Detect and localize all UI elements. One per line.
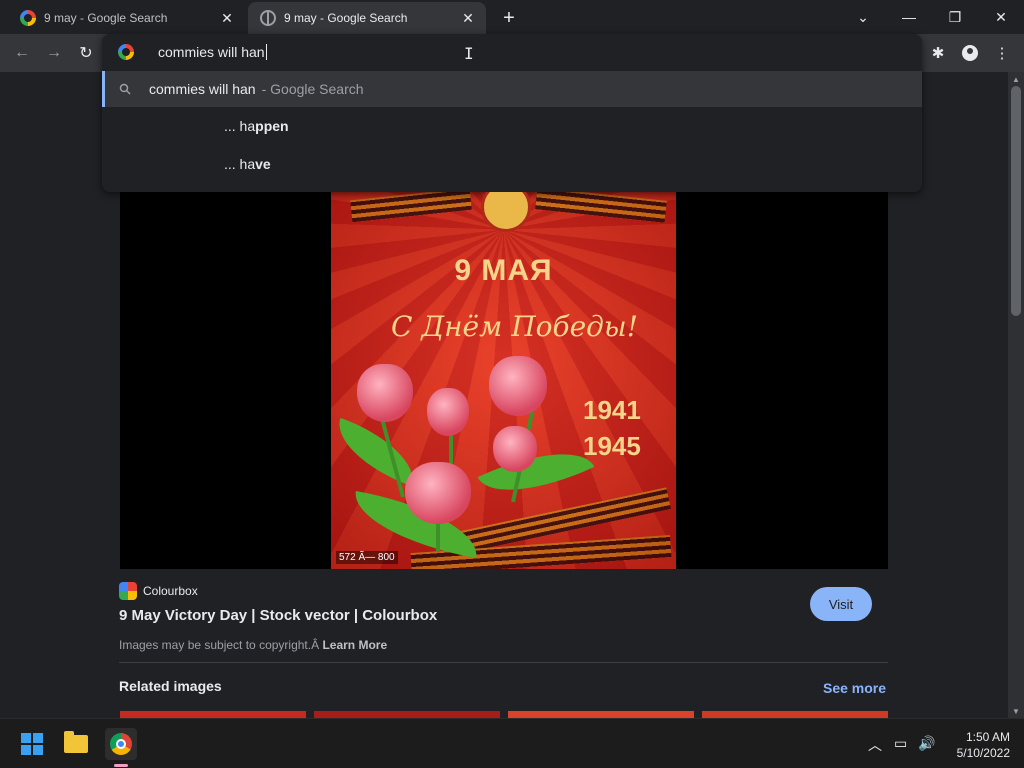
windows-logo-icon [21,733,43,755]
poster-title: 9 МАЯ [454,254,553,287]
suggestion-search[interactable]: commies will han - Google Search [102,71,922,107]
divider [119,662,888,663]
order-medal-icon [481,192,531,232]
image-source-name: Colourbox [143,584,198,598]
tab-strip: 9 may - Google Search ✕ 9 may - Google S… [0,0,1024,34]
image-dimensions: 572 Ã— 800 [336,551,398,564]
victory-day-poster-image[interactable]: 9 МАЯ С Днём Победы! 1941 1945 [331,192,676,569]
menu-kebab-icon[interactable]: ⋮ [988,39,1016,67]
tray-chevron-icon[interactable]: ︿ [868,735,882,755]
windows-taskbar: ︿ ▭ 🔊 1:50 AM 5/10/2022 [0,718,1024,768]
file-explorer-button[interactable] [60,728,92,760]
scrollbar-thumb[interactable] [1011,86,1021,316]
copyright-notice: Images may be subject to copyright.Â Lea… [119,638,387,652]
image-title-link[interactable]: 9 May Victory Day | Stock vector | Colou… [119,607,437,624]
address-input[interactable]: commies will han [158,44,267,60]
st-george-ribbon-right [535,192,667,223]
tulip-flower [489,356,547,416]
poster-year-start: 1941 [583,395,641,425]
page-scrollbar[interactable]: ▲ ▼ [1008,72,1024,718]
tab-2-close-icon[interactable]: ✕ [460,10,476,26]
tab-search-chevron-icon[interactable]: ⌄ [840,4,886,30]
text-caret [265,44,267,60]
copyright-text: Images may be subject to copyright.Â [119,638,323,652]
suggestion-prefix: ... ha [224,156,256,172]
scroll-down-icon[interactable]: ▼ [1011,706,1021,716]
volume-icon[interactable]: 🔊 [918,735,935,752]
poster-greeting: С Днём Победы! [391,310,638,343]
suggestion-completion: ppen [255,118,289,134]
tab-1-title: 9 may - Google Search [44,11,168,25]
scroll-up-icon[interactable]: ▲ [1011,74,1021,84]
forward-button[interactable]: → [40,39,68,67]
omnibox-dropdown: commies will han I commies will han - Go… [102,34,922,192]
tab-2[interactable]: 9 may - Google Search ✕ [248,2,486,34]
google-favicon-icon [20,10,36,26]
profile-avatar-icon [962,45,978,61]
start-button[interactable] [16,728,48,760]
extensions-icon[interactable]: ✱ [924,39,952,67]
suggestion-query: commies will han [149,81,256,97]
omnibox[interactable]: commies will han [102,34,922,70]
related-image-thumbnail[interactable] [702,711,888,718]
st-george-ribbon-bottom [451,487,671,555]
tab-2-title: 9 may - Google Search [284,11,408,25]
image-source[interactable]: Colourbox [119,582,198,600]
tab-1[interactable]: 9 may - Google Search ✕ [0,2,245,34]
tulip-flower [405,462,471,524]
taskbar-clock[interactable]: 1:50 AM 5/10/2022 [946,729,1010,761]
clock-time: 1:50 AM [965,730,1010,744]
clock-date: 5/10/2022 [956,746,1010,760]
suggestion-completion: ve [255,156,271,172]
network-icon[interactable]: ▭ [894,735,907,752]
learn-more-link[interactable]: Learn More [322,638,387,652]
related-image-thumbnail[interactable] [314,711,500,718]
suggestion-have[interactable]: ... ha ve [102,146,922,182]
poster-years: 1941 1945 [583,392,641,464]
new-tab-button[interactable]: + [498,7,520,29]
suggestion-prefix: ... ha [224,118,256,134]
google-search-icon [118,44,134,60]
chrome-icon [110,733,132,755]
poster-year-end: 1945 [583,431,641,461]
globe-favicon-icon [260,10,276,26]
folder-icon [64,731,88,753]
tulip-flower [357,364,413,422]
close-window-button[interactable]: ✕ [978,4,1024,30]
related-image-thumbnail[interactable] [120,711,306,718]
search-icon [119,83,131,95]
ibeam-cursor-icon: I [464,44,474,63]
chrome-taskbar-button[interactable] [105,728,137,760]
suggestion-happen[interactable]: ... ha ppen [102,108,922,144]
tulip-flower [493,426,537,472]
see-more-link[interactable]: See more [823,680,886,696]
active-app-indicator [114,764,128,767]
minimize-button[interactable]: — [886,4,932,30]
related-images-heading: Related images [119,678,222,694]
tulip-flower [427,388,469,436]
profile-button[interactable] [956,39,984,67]
restore-button[interactable]: ❐ [932,4,978,30]
st-george-ribbon-left [350,192,472,223]
address-input-text: commies will han [158,44,265,60]
tab-1-close-icon[interactable]: ✕ [219,10,235,26]
screen: 9 may - Google Search ✕ 9 may - Google S… [0,0,1024,768]
suggestion-hint: - Google Search [261,81,364,97]
reload-button[interactable]: ↻ [72,39,100,67]
colourbox-logo-icon [119,582,137,600]
related-image-thumbnail[interactable] [508,711,694,718]
visit-button[interactable]: Visit [810,587,872,621]
back-button[interactable]: ← [8,39,36,67]
